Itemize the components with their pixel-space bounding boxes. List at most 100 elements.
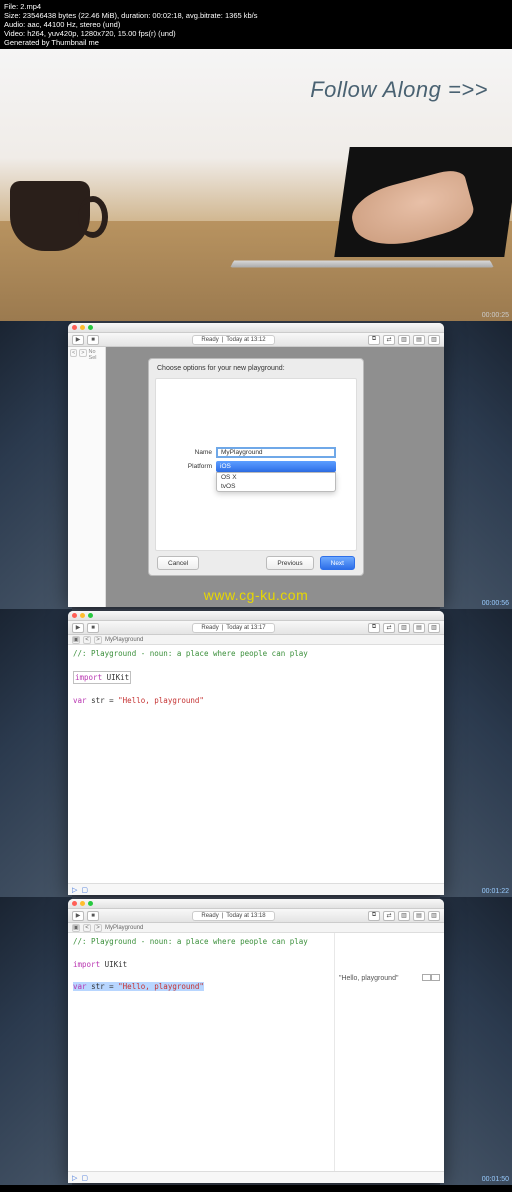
panel-right-icon[interactable]: ▥ bbox=[428, 623, 440, 633]
status-time: Today at 13:17 bbox=[226, 625, 265, 631]
zoom-icon[interactable] bbox=[88, 901, 93, 906]
follow-along-title: Follow Along =>> bbox=[310, 77, 488, 103]
status-pill: Ready | Today at 13:18 bbox=[192, 911, 274, 921]
xcode-toolbar: ▶ ■ Ready | Today at 13:18 ⧉ ⇄ ▥ ▤ ▥ bbox=[68, 909, 444, 923]
meta-video: Video: h264, yuv420p, 1280x720, 15.00 fp… bbox=[4, 29, 508, 38]
var-keyword: var bbox=[73, 696, 87, 705]
new-playground-dialog: Choose options for your new playground: … bbox=[148, 358, 364, 576]
code-area[interactable]: //: Playground - noun: a place where peo… bbox=[68, 645, 444, 883]
xcode-window: ▶ ■ Ready | Today at 13:18 ⧉ ⇄ ▥ ▤ ▥ ▣ <… bbox=[68, 899, 444, 1183]
close-icon[interactable] bbox=[72, 613, 77, 618]
panel-right-icon[interactable]: ▥ bbox=[428, 335, 440, 345]
code-editor[interactable]: //: Playground - noun: a place where peo… bbox=[68, 645, 444, 883]
run-button[interactable]: ▶ bbox=[72, 335, 84, 345]
zoom-icon[interactable] bbox=[88, 613, 93, 618]
minimize-icon[interactable] bbox=[80, 613, 85, 618]
play-icon[interactable]: ▷ bbox=[72, 1174, 77, 1182]
panel-bottom-icon[interactable]: ▤ bbox=[413, 623, 425, 633]
quicklook-icon[interactable] bbox=[422, 974, 431, 981]
status-ready: Ready bbox=[201, 337, 218, 343]
breadcrumb: ▣ < > MyPlayground bbox=[68, 635, 444, 645]
xcode-window: ▶ ■ Ready | Today at 13:12 ⧉ ⇄ ▥ ▤ ▥ < >… bbox=[68, 323, 444, 607]
import-keyword: import bbox=[73, 960, 100, 969]
nav-fwd[interactable]: > bbox=[94, 636, 102, 644]
editor-mode-icon[interactable]: ⧉ bbox=[368, 623, 380, 633]
code-comment: //: Playground - noun: a place where peo… bbox=[73, 649, 308, 658]
timestamp-1: 00:00:25 bbox=[482, 312, 509, 319]
panel-left-icon[interactable]: ▥ bbox=[398, 623, 410, 633]
stop-button[interactable]: ■ bbox=[87, 623, 99, 633]
dialog-title: Choose options for your new playground: bbox=[149, 359, 363, 378]
panel-right-icon[interactable]: ▥ bbox=[428, 911, 440, 921]
platform-selected[interactable]: iOS bbox=[216, 461, 336, 472]
status-ready: Ready bbox=[201, 913, 218, 919]
laptop-graphic bbox=[232, 121, 512, 271]
platform-dropdown[interactable]: iOS OS X tvOS bbox=[216, 461, 336, 472]
console-icon[interactable]: ▢ bbox=[81, 886, 88, 894]
platform-option[interactable]: tvOS bbox=[217, 482, 335, 491]
nav-back[interactable]: < bbox=[70, 349, 77, 357]
platform-label: Platform bbox=[156, 463, 212, 470]
import-keyword: import bbox=[75, 673, 102, 682]
breadcrumb-file[interactable]: MyPlayground bbox=[105, 925, 143, 931]
nav-fwd[interactable]: > bbox=[79, 349, 86, 357]
minimize-icon[interactable] bbox=[80, 325, 85, 330]
xcode-toolbar: ▶ ■ Ready | Today at 13:12 ⧉ ⇄ ▥ ▤ ▥ bbox=[68, 333, 444, 347]
import-module: UIKit bbox=[107, 673, 130, 682]
next-button[interactable]: Next bbox=[320, 556, 355, 570]
video-metadata: File: 2.mp4 Size: 23546438 bytes (22.46 … bbox=[0, 0, 512, 49]
meta-size: Size: 23546438 bytes (22.46 MiB), durati… bbox=[4, 11, 508, 20]
string-literal: "Hello, playground" bbox=[118, 696, 204, 705]
timestamp-4: 00:01:50 bbox=[482, 1176, 509, 1183]
thumbnail-4: ▶ ■ Ready | Today at 13:18 ⧉ ⇄ ▥ ▤ ▥ ▣ <… bbox=[0, 897, 512, 1185]
run-button[interactable]: ▶ bbox=[72, 911, 84, 921]
code-editor[interactable]: //: Playground - noun: a place where peo… bbox=[68, 933, 444, 1171]
play-icon[interactable]: ▷ bbox=[72, 886, 77, 894]
nav-fwd[interactable]: > bbox=[94, 924, 102, 932]
meta-file: File: 2.mp4 bbox=[4, 2, 508, 11]
cancel-button[interactable]: Cancel bbox=[157, 556, 199, 570]
meta-audio: Audio: aac, 44100 Hz, stereo (und) bbox=[4, 20, 508, 29]
status-pill: Ready | Today at 13:17 bbox=[192, 623, 274, 633]
platform-option[interactable]: OS X bbox=[217, 473, 335, 482]
panel-left-icon[interactable]: ▥ bbox=[398, 335, 410, 345]
assistant-icon[interactable]: ⇄ bbox=[383, 623, 395, 633]
assistant-icon[interactable]: ⇄ bbox=[383, 335, 395, 345]
dialog-body: Name MyPlayground Platform iOS OS X tvOS bbox=[155, 378, 357, 551]
coffee-cup-graphic bbox=[10, 181, 90, 251]
breadcrumb-file[interactable]: MyPlayground bbox=[105, 637, 143, 643]
previous-button[interactable]: Previous bbox=[266, 556, 313, 570]
platform-options-list: OS X tvOS bbox=[216, 472, 336, 492]
console-icon[interactable]: ▢ bbox=[81, 1174, 88, 1182]
name-input[interactable]: MyPlayground bbox=[216, 447, 336, 458]
watermark: www.cg-ku.com bbox=[0, 587, 512, 603]
nav-back[interactable]: < bbox=[83, 924, 91, 932]
zoom-icon[interactable] bbox=[88, 325, 93, 330]
panel-left-icon[interactable]: ▥ bbox=[398, 911, 410, 921]
result-view-icon[interactable] bbox=[431, 974, 440, 981]
import-module: UIKit bbox=[105, 960, 128, 969]
panel-bottom-icon[interactable]: ▤ bbox=[413, 911, 425, 921]
panel-bottom-icon[interactable]: ▤ bbox=[413, 335, 425, 345]
dialog-footer: Cancel Previous Next bbox=[149, 551, 363, 575]
editor-mode-icon[interactable]: ⧉ bbox=[368, 911, 380, 921]
related-items-icon[interactable]: ▣ bbox=[72, 924, 80, 932]
run-button[interactable]: ▶ bbox=[72, 623, 84, 633]
close-icon[interactable] bbox=[72, 325, 77, 330]
editor-mode-icon[interactable]: ⧉ bbox=[368, 335, 380, 345]
thumbnail-1: Follow Along =>> 00:00:25 bbox=[0, 49, 512, 321]
code-area[interactable]: //: Playground - noun: a place where peo… bbox=[68, 933, 334, 1171]
minimize-icon[interactable] bbox=[80, 901, 85, 906]
var-name: str = bbox=[91, 696, 114, 705]
stop-button[interactable]: ■ bbox=[87, 335, 99, 345]
status-time: Today at 13:12 bbox=[226, 337, 265, 343]
nav-back[interactable]: < bbox=[83, 636, 91, 644]
related-items-icon[interactable]: ▣ bbox=[72, 636, 80, 644]
status-time: Today at 13:18 bbox=[226, 913, 265, 919]
window-titlebar bbox=[68, 611, 444, 621]
no-selection-label: No Sel bbox=[89, 349, 103, 361]
assistant-icon[interactable]: ⇄ bbox=[383, 911, 395, 921]
close-icon[interactable] bbox=[72, 901, 77, 906]
stop-button[interactable]: ■ bbox=[87, 911, 99, 921]
result-value: "Hello, playground" bbox=[339, 975, 398, 982]
